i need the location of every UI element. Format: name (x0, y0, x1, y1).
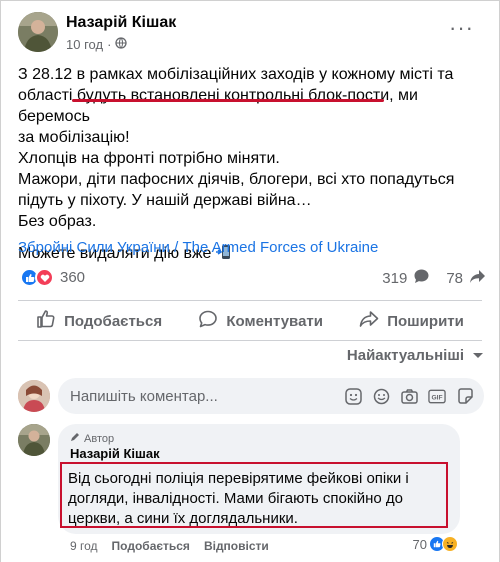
post-line: підуть у піхоту. У нашій державі війна… (18, 192, 312, 209)
sticker-icon[interactable] (344, 387, 362, 405)
pen-icon (70, 432, 80, 445)
like-button[interactable]: Подобається (36, 309, 162, 333)
page-link[interactable]: Збройні Сили України / The Armed Forces … (18, 239, 378, 256)
post-line: області будуть встановлені контрольні бл… (18, 87, 418, 125)
author-avatar[interactable] (18, 12, 58, 52)
shares-count[interactable]: 78 (446, 270, 463, 287)
comment-button[interactable]: Коментувати (198, 309, 323, 333)
post-author-name[interactable]: Назарій Кішак (66, 14, 176, 32)
comment-time[interactable]: 9 год (70, 539, 98, 553)
comments-count[interactable]: 319 (382, 270, 407, 287)
highlight-underline (72, 99, 384, 102)
more-options-icon[interactable]: ··· (449, 17, 474, 39)
comment-icon (198, 309, 218, 333)
post-actions: Подобається Коментувати Поширити (18, 302, 482, 340)
post-time[interactable]: 10 год (66, 37, 103, 52)
divider (18, 340, 482, 341)
comment-bubble-icon (413, 268, 430, 289)
comment-reactions-count: 70 (412, 536, 427, 552)
comment-footer: 9 год Подобається Відповісти (70, 539, 269, 553)
love-reaction-icon (35, 268, 54, 287)
comment-label: Коментувати (226, 312, 323, 330)
dot-separator: · (107, 37, 112, 52)
share-label: Поширити (387, 312, 464, 330)
thumbs-up-icon (36, 309, 56, 333)
post-line: З 28.12 в рамках мобілізаційних заходів … (18, 66, 454, 83)
post-body: З 28.12 в рамках мобілізаційних заходів … (18, 64, 488, 264)
like-label: Подобається (64, 312, 163, 330)
share-arrow-icon (469, 269, 486, 288)
globe-icon (115, 37, 128, 52)
engagement-stats: 319 78 (382, 268, 486, 289)
divider (18, 300, 482, 301)
comment-sort-dropdown[interactable]: Найактуальніші (347, 347, 484, 364)
share-icon (359, 309, 379, 333)
post-meta: 10 год · (66, 37, 128, 52)
camera-icon[interactable] (400, 387, 418, 405)
post-line: за мобілізацію! (18, 129, 130, 146)
sticker-face-icon[interactable] (456, 387, 474, 405)
comment-author-avatar[interactable] (18, 424, 50, 456)
haha-reaction-icon (442, 536, 458, 552)
comment-reply-button[interactable]: Відповісти (204, 539, 269, 553)
post-line: Мажори, діти пафосних діячів, блогери, в… (18, 171, 455, 188)
share-button[interactable]: Поширити (359, 309, 464, 333)
comment-author-name[interactable]: Назарій Кішак (70, 446, 160, 461)
post-line: Хлопців на фронті потрібно міняти. (18, 150, 280, 167)
comment-text: Від сьогодні поліція перевірятиме фейков… (60, 462, 448, 528)
svg-text:GIF: GIF (431, 394, 442, 401)
author-badge: Автор (70, 432, 114, 445)
current-user-avatar[interactable] (18, 380, 50, 412)
gif-icon[interactable]: GIF (428, 387, 446, 405)
composer-tools: GIF (344, 387, 484, 405)
comment-input[interactable]: Напишіть коментар... GIF (58, 378, 484, 414)
reactions-count: 360 (60, 269, 86, 286)
sort-label: Найактуальніші (346, 347, 464, 364)
author-badge-label: Автор (84, 432, 115, 445)
comment-like-button[interactable]: Подобається (112, 539, 190, 553)
reactions-summary[interactable]: 360 (20, 268, 85, 287)
comment-input-placeholder: Напишіть коментар... (70, 387, 218, 405)
comment-reactions[interactable]: 70 (413, 536, 458, 552)
emoji-icon[interactable] (372, 387, 390, 405)
post-line: Без образ. (18, 213, 97, 230)
chevron-down-icon (472, 347, 484, 364)
